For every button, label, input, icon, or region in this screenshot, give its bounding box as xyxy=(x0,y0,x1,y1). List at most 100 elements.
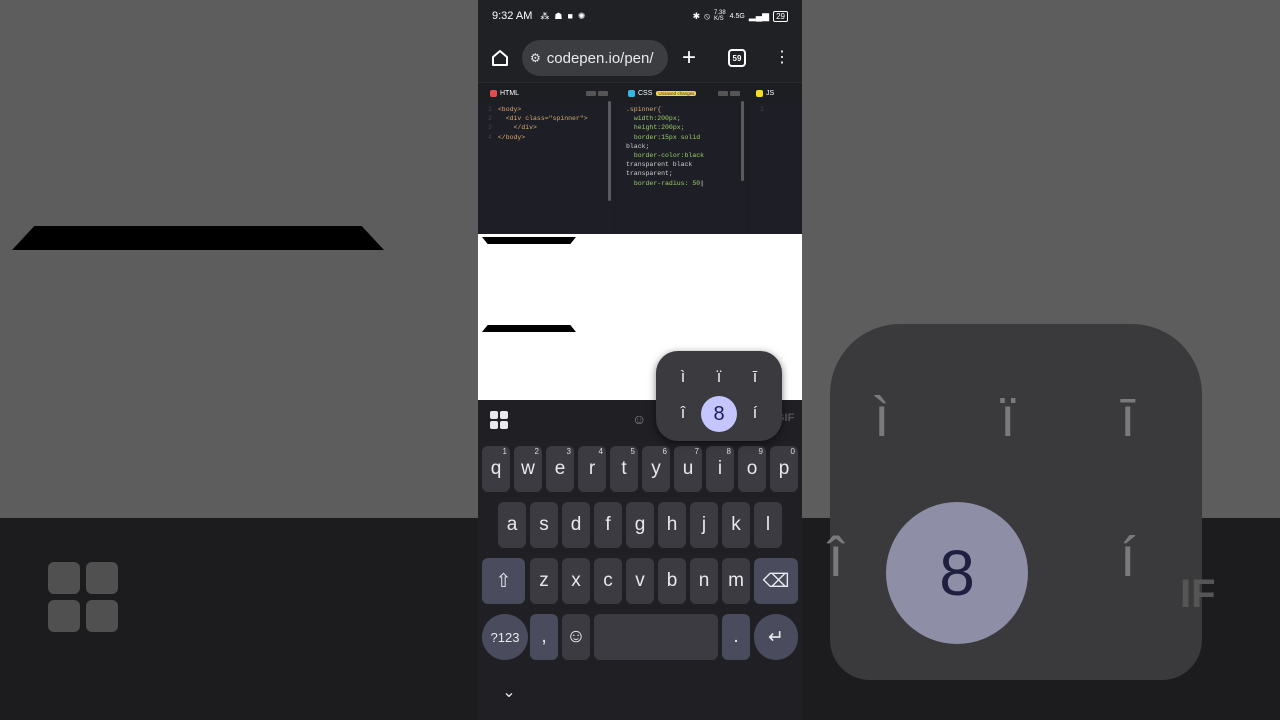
spinner-top-border xyxy=(482,237,576,244)
new-tab-icon[interactable]: + xyxy=(682,44,696,72)
net-speed: 7.38 K/S xyxy=(714,10,726,22)
key-p[interactable]: p0 xyxy=(770,446,798,492)
spinner-bottom-border xyxy=(482,325,576,332)
mute-icon: ⦸ xyxy=(704,10,710,21)
emoji-key[interactable]: ☺ xyxy=(562,614,590,660)
html-pane[interactable]: HTML 1 <body> 2 <div class="spinner"> 3 <… xyxy=(478,83,614,235)
hide-keyboard-icon[interactable]: ⌄ xyxy=(496,680,522,704)
js-pane[interactable]: JS 1 xyxy=(750,83,802,235)
site-settings-icon[interactable]: ⚙ xyxy=(530,51,541,65)
background-left-top xyxy=(0,0,478,518)
tab-switcher-button[interactable]: 59 xyxy=(728,49,746,67)
period-key[interactable]: . xyxy=(722,614,750,660)
symbols-key[interactable]: ?123 xyxy=(482,614,528,660)
key-hint: 8 xyxy=(726,447,731,456)
key-m[interactable]: m xyxy=(722,558,750,604)
js-code[interactable]: 1 xyxy=(750,103,802,114)
key-h[interactable]: h xyxy=(658,502,686,548)
code-line: 2 <div class="spinner"> xyxy=(488,115,588,123)
key-a[interactable]: a xyxy=(498,502,526,548)
html-pane-controls[interactable] xyxy=(586,90,608,96)
key-hint: 1 xyxy=(502,447,507,456)
codepen-editors: HTML 1 <body> 2 <div class="spinner"> 3 <… xyxy=(478,82,802,235)
key-u[interactable]: u7 xyxy=(674,446,702,492)
code-line: 4 </body> xyxy=(488,133,526,141)
key-l[interactable]: l xyxy=(754,502,782,548)
html-scrollbar[interactable] xyxy=(608,101,611,201)
key-y[interactable]: y6 xyxy=(642,446,670,492)
battery-icon: 29 xyxy=(773,10,788,22)
status-time: 9:32 AM xyxy=(492,10,533,22)
backspace-key[interactable]: ⌫ xyxy=(754,558,798,604)
accent-key[interactable]: ì xyxy=(671,367,695,387)
accent-popup: ì ï ī î 8 í xyxy=(656,351,782,441)
accent-key[interactable]: ī xyxy=(743,367,767,387)
key-i[interactable]: i8 xyxy=(706,446,734,492)
css-pane-controls[interactable] xyxy=(718,90,740,96)
background-selected-accent: 8 xyxy=(886,502,1028,644)
accent-key[interactable]: ï xyxy=(707,367,731,387)
home-icon[interactable] xyxy=(490,48,510,68)
background-accent-popup: ì ï ī î í xyxy=(828,324,1202,680)
key-q[interactable]: q1 xyxy=(482,446,510,492)
js-tab-label: JS xyxy=(766,89,775,97)
key-r[interactable]: r4 xyxy=(578,446,606,492)
accent-key[interactable]: í xyxy=(743,403,767,423)
css-scrollbar[interactable] xyxy=(741,101,744,181)
key-w[interactable]: w2 xyxy=(514,446,542,492)
key-o[interactable]: o9 xyxy=(738,446,766,492)
url-text: codepen.io/pen/ xyxy=(546,49,654,67)
shift-key[interactable]: ⇧ xyxy=(482,558,525,604)
background-gif-label: IF xyxy=(1180,572,1216,616)
key-hint: 7 xyxy=(694,447,699,456)
accent-key-selected[interactable]: 8 xyxy=(701,396,737,432)
code-line: height:200px; xyxy=(633,124,685,132)
code-line: 1 <body> xyxy=(488,106,522,113)
key-c[interactable]: c xyxy=(594,558,622,604)
key-d[interactable]: d xyxy=(562,502,590,548)
key-n[interactable]: n xyxy=(690,558,718,604)
key-g[interactable]: g xyxy=(626,502,654,548)
code-line: border:15px solid xyxy=(633,133,701,141)
net-speed-unit: K/S xyxy=(713,16,724,22)
code-line: border-radius: 50| xyxy=(633,179,705,187)
key-x[interactable]: x xyxy=(562,558,590,604)
overflow-menu-icon[interactable]: ⋮ xyxy=(774,48,790,68)
key-j[interactable]: j xyxy=(690,502,718,548)
keyboard: ☺ GIF q 1 w 2 e 3 r 4 t 5 y 6 u 7 i 8 o 9 p 0 a s d f g h j k l ⇧ z x c v… xyxy=(478,400,802,720)
html-code[interactable]: 1 <body> 2 <div class="spinner"> 3 </div>… xyxy=(478,103,614,142)
browser-toolbar: ⚙ codepen.io/pen/ + 59 ⋮ xyxy=(478,36,802,80)
key-hint: 4 xyxy=(598,447,603,456)
key-v[interactable]: v xyxy=(626,558,654,604)
enter-key[interactable]: ↵ xyxy=(754,614,798,660)
key-hint: 0 xyxy=(790,447,795,456)
code-line: black; xyxy=(626,142,650,150)
background-accent: ī xyxy=(1120,385,1136,448)
key-e[interactable]: e3 xyxy=(546,446,574,492)
status-bar: 9:32 AM ⁂ ☗ ■ ✺ ✱ ⦸ 7.38 K/S 4.5G ▂▄▆ 29 xyxy=(478,0,802,32)
css-code[interactable]: .spinner{ width:200px; height:200px; bor… xyxy=(616,103,746,188)
address-bar[interactable]: ⚙ codepen.io/pen/ xyxy=(522,40,668,76)
comma-key[interactable]: , xyxy=(530,614,558,660)
background-grid-icon xyxy=(48,562,118,632)
space-key[interactable] xyxy=(594,614,718,660)
js-icon xyxy=(756,89,763,97)
key-s[interactable]: s xyxy=(530,502,558,548)
sticker-icon[interactable]: ☺ xyxy=(632,411,646,427)
apps-grid-icon[interactable] xyxy=(490,411,508,429)
key-f[interactable]: f xyxy=(594,502,622,548)
code-line: border-color:black xyxy=(633,152,705,160)
notification-icon: ⁂ xyxy=(540,10,550,21)
key-z[interactable]: z xyxy=(530,558,558,604)
key-k[interactable]: k xyxy=(722,502,750,548)
key-t[interactable]: t5 xyxy=(610,446,638,492)
css-icon xyxy=(628,89,635,97)
accent-key[interactable]: î xyxy=(671,403,695,423)
code-line: transparent black xyxy=(626,161,693,169)
bluetooth-icon: ✱ xyxy=(692,10,701,21)
key-hint: 5 xyxy=(630,447,635,456)
css-pane[interactable]: CSS Unsaved changes .spinner{ width:200p… xyxy=(616,83,746,235)
code-line: .spinner{ xyxy=(626,106,662,113)
video-icon: ■ xyxy=(567,11,573,21)
key-b[interactable]: b xyxy=(658,558,686,604)
